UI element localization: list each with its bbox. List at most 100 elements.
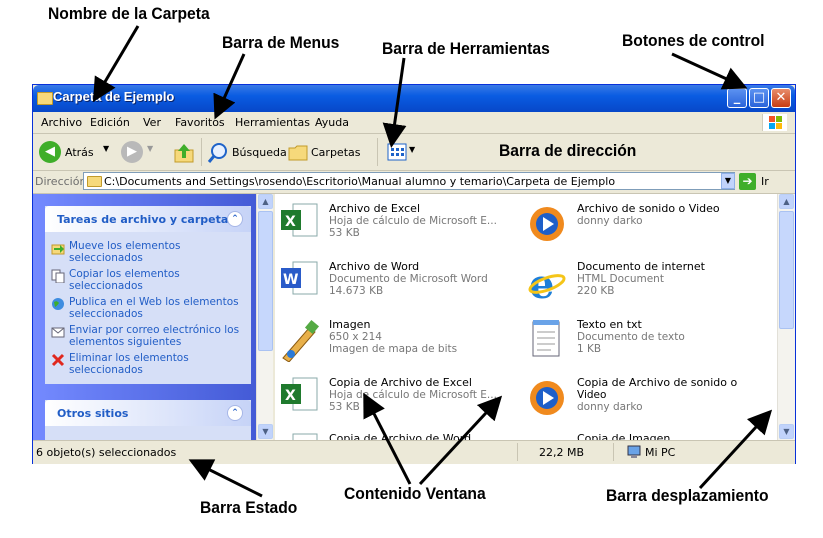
menu-favoritos[interactable]: Favoritos: [175, 116, 225, 129]
scroll-thumb[interactable]: [258, 211, 273, 351]
other-places-title: Otros sitios: [57, 407, 129, 420]
toolbar-separator: [377, 138, 378, 166]
content-area: X Archivo de Excel Hoja de cálculo de Mi…: [275, 194, 777, 440]
status-divider: [517, 443, 518, 461]
search-icon[interactable]: [207, 142, 229, 164]
menu-ayuda[interactable]: Ayuda: [315, 116, 349, 129]
internet-explorer-icon: e: [528, 261, 566, 304]
status-bar: 6 objeto(s) seleccionados 22,2 MB Mi PC: [33, 440, 795, 464]
collapse-icon[interactable]: ⌃: [227, 211, 243, 227]
file-item[interactable]: W Archivo de Word Documento de Microsoft…: [279, 258, 529, 314]
other-places-header[interactable]: Otros sitios ⌃: [45, 400, 251, 426]
back-button-label[interactable]: Atrás: [65, 146, 94, 159]
notepad-icon: [532, 320, 560, 357]
status-selected-count: 6 objeto(s) seleccionados: [36, 446, 177, 459]
mail-icon: [51, 327, 65, 338]
file-tasks-panel: Tareas de archivo y carpeta ⌃ Mueve los …: [45, 206, 251, 384]
scroll-thumb[interactable]: [779, 211, 794, 329]
menu-archivo[interactable]: Archivo: [41, 116, 82, 129]
media-player-icon: [530, 207, 564, 241]
menu-ver[interactable]: Ver: [143, 116, 161, 129]
menu-bar: Archivo Edición Ver Favoritos Herramient…: [33, 112, 795, 134]
paint-icon: [282, 319, 319, 362]
scroll-down-icon[interactable]: ▼: [779, 424, 794, 439]
paint-icon: [527, 432, 567, 440]
file-item[interactable]: e Documento de internet HTML Document 22…: [527, 258, 777, 314]
svg-text:X: X: [285, 388, 296, 404]
menu-herramientas[interactable]: Herramientas: [235, 116, 310, 129]
annotation-status-bar: Barra Estado: [200, 498, 298, 517]
collapse-icon[interactable]: ⌃: [227, 405, 243, 421]
forward-dropdown-icon[interactable]: ▼: [147, 144, 153, 153]
explorer-window: Carpeta de Ejemplo _ □ ✕ Archivo Edición…: [32, 84, 796, 464]
views-icon[interactable]: [387, 143, 407, 161]
forward-arrow-icon[interactable]: ▶: [121, 141, 143, 163]
other-places-panel: Otros sitios ⌃: [45, 400, 251, 440]
menu-edicion[interactable]: Edición: [90, 116, 130, 129]
toolbar-separator: [201, 138, 202, 166]
folder-icon: [87, 176, 102, 187]
annotation-scroll-bar: Barra desplazamiento: [606, 486, 769, 505]
file-item[interactable]: Copia de Archivo de sonido o Video donny…: [527, 374, 777, 430]
go-button-label[interactable]: Ir: [761, 175, 769, 188]
delete-icon: [51, 353, 65, 367]
word-icon: W: [281, 261, 318, 295]
file-tasks-title: Tareas de archivo y carpeta: [57, 213, 229, 226]
address-dropdown-icon[interactable]: ▼: [721, 173, 735, 189]
annotation-toolbar: Barra de Herramientas: [382, 39, 550, 58]
file-item[interactable]: X Archivo de Excel Hoja de cálculo de Mi…: [279, 200, 529, 256]
arrow-control-buttons: [671, 52, 748, 90]
scroll-up-icon[interactable]: ▲: [779, 194, 794, 209]
scroll-up-icon[interactable]: ▲: [258, 194, 273, 209]
svg-text:W: W: [283, 272, 298, 288]
word-icon: [292, 433, 318, 440]
close-button[interactable]: ✕: [771, 88, 791, 108]
title-bar[interactable]: Carpeta de Ejemplo _ □ ✕: [33, 85, 795, 112]
status-location: Mi PC: [645, 446, 676, 459]
windows-logo-icon: [762, 114, 787, 131]
minimize-button[interactable]: _: [727, 88, 747, 108]
go-arrow-icon[interactable]: ➔: [739, 173, 756, 190]
file-tasks-header[interactable]: Tareas de archivo y carpeta ⌃: [45, 206, 251, 232]
file-item[interactable]: Archivo de sonido o Video donny darko: [527, 200, 777, 256]
back-arrow-icon[interactable]: ◀: [39, 141, 61, 163]
excel-icon: X: [281, 377, 318, 411]
scroll-down-icon[interactable]: ▼: [258, 424, 273, 439]
annotation-address-bar: Barra de dirección: [499, 141, 637, 160]
excel-icon: X: [281, 203, 318, 237]
back-dropdown-icon[interactable]: ▼: [103, 144, 109, 153]
svg-text:e: e: [529, 261, 554, 304]
file-item[interactable]: Texto en txt Documento de texto 1 KB: [527, 316, 777, 372]
svg-text:X: X: [285, 214, 296, 230]
views-dropdown-icon[interactable]: ▼: [409, 145, 415, 154]
file-item[interactable]: Copia de Archivo de Word: [279, 430, 529, 440]
annotation-folder-name: Nombre de la Carpeta: [48, 4, 210, 23]
media-player-icon: [530, 381, 564, 415]
file-item[interactable]: Imagen 650 x 214 Imagen de mapa de bits: [279, 316, 529, 372]
annotation-menu-bar: Barra de Menus: [222, 33, 340, 52]
file-item[interactable]: Copia de Imagen: [527, 430, 777, 440]
annotation-window-content: Contenido Ventana: [344, 484, 486, 503]
folder-icon: [37, 92, 53, 105]
arrow-status-bar: [188, 459, 263, 498]
address-input[interactable]: C:\Documents and Settings\rosendo\Escrit…: [83, 172, 735, 190]
annotation-control-buttons: Botones de control: [622, 31, 765, 50]
maximize-button[interactable]: □: [749, 88, 769, 108]
task-pane-scrollbar[interactable]: ▲ ▼: [256, 194, 273, 440]
status-size: 22,2 MB: [539, 446, 585, 459]
folders-icon[interactable]: [287, 142, 309, 162]
copy-icon: [51, 269, 65, 283]
folders-button-label[interactable]: Carpetas: [311, 146, 360, 159]
content-scrollbar[interactable]: ▲ ▼: [777, 194, 795, 440]
globe-icon: [52, 298, 64, 310]
status-divider: [613, 443, 614, 461]
task-pane: Tareas de archivo y carpeta ⌃ Mueve los …: [33, 194, 273, 440]
computer-icon: [627, 445, 641, 458]
up-folder-icon[interactable]: [173, 142, 195, 164]
move-icon: [51, 244, 65, 255]
address-bar: Dirección C:\Documents and Settings\rose…: [33, 171, 795, 194]
file-item[interactable]: X Copia de Archivo de Excel Hoja de cálc…: [279, 374, 529, 430]
search-button-label[interactable]: Búsqueda: [232, 146, 287, 159]
address-path: C:\Documents and Settings\rosendo\Escrit…: [104, 175, 616, 188]
address-label: Dirección: [35, 175, 87, 188]
